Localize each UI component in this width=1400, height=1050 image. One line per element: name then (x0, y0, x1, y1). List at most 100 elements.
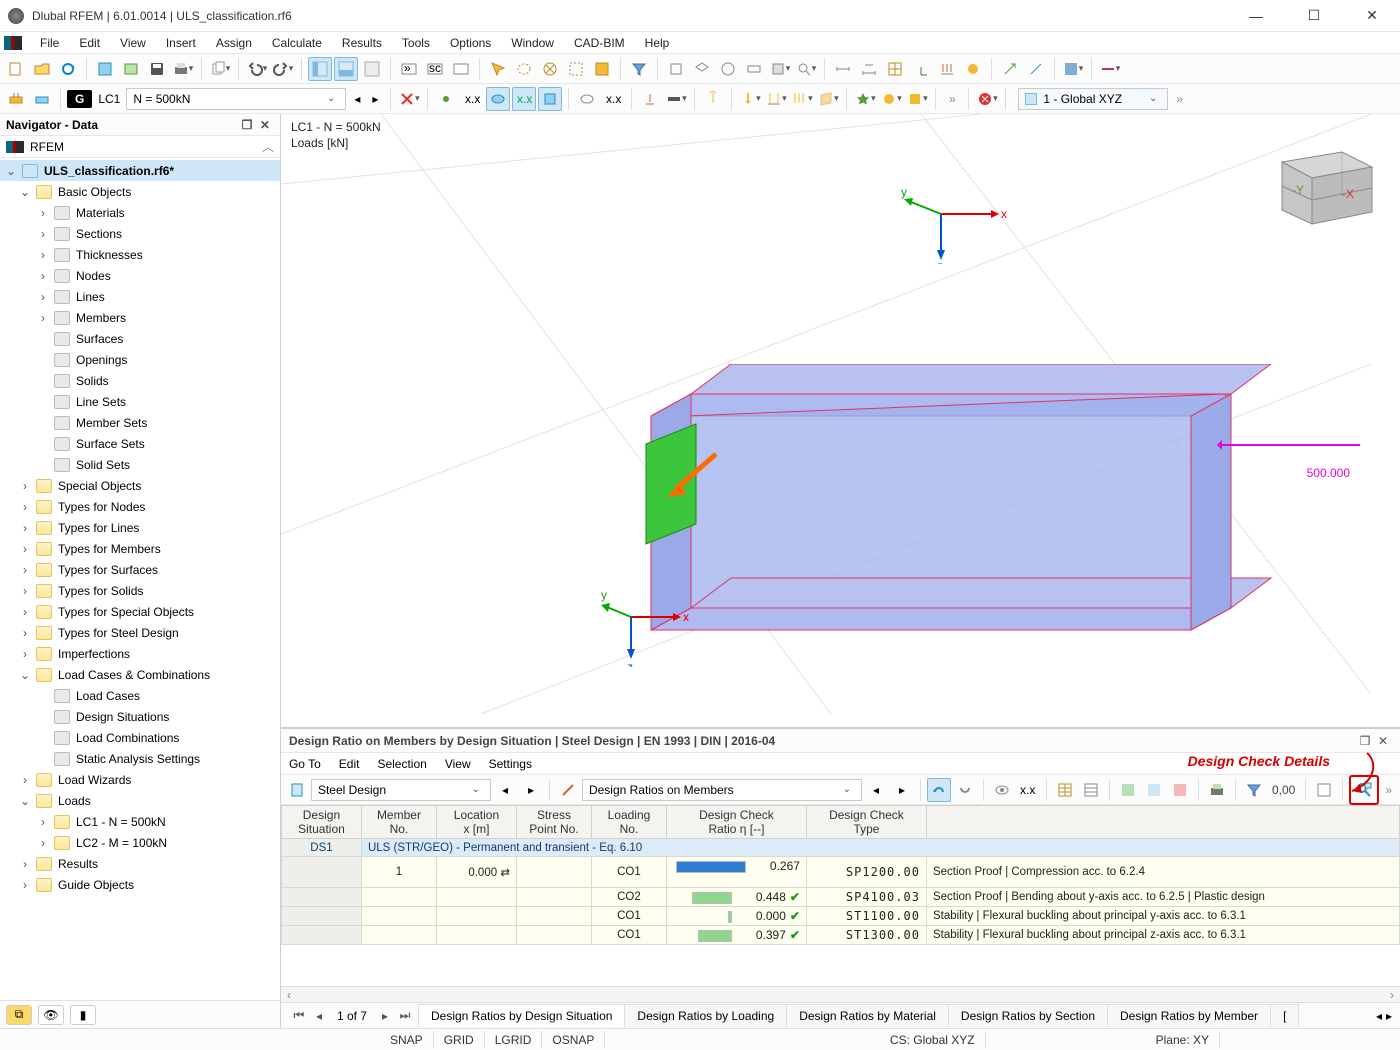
tree-load-wizards[interactable]: ›Load Wizards (0, 769, 280, 790)
coord-system-select[interactable]: 1 - Global XYZ ⌄ (1018, 88, 1168, 110)
show-values-icon[interactable] (486, 87, 510, 111)
tree-lcc[interactable]: ⌄Load Cases & Combinations (0, 664, 280, 685)
view-b-icon[interactable] (690, 57, 714, 81)
tree-group-types-for-steel-design[interactable]: ›Types for Steel Design (0, 622, 280, 643)
gen-a-icon[interactable] (961, 57, 985, 81)
sync-view-b-icon[interactable] (953, 778, 977, 802)
results-menu-settings[interactable]: Settings (489, 757, 532, 771)
tree-group-types-for-nodes[interactable]: ›Types for Nodes (0, 496, 280, 517)
menu-results[interactable]: Results (332, 34, 392, 52)
load-case-selector[interactable]: G LC1 N = 500kN⌄ (67, 88, 346, 110)
menu-options[interactable]: Options (440, 34, 501, 52)
save-icon[interactable] (145, 57, 169, 81)
open-icon[interactable] (30, 57, 54, 81)
color-b-icon[interactable] (1142, 778, 1166, 802)
arrow-b-icon[interactable] (1024, 57, 1048, 81)
overflow-icon[interactable]: » (942, 92, 962, 106)
tree-file[interactable]: ⌄ULS_classification.rf6* (0, 160, 280, 181)
tree-group-imperfections[interactable]: ›Imperfections (0, 643, 280, 664)
navigator-close-icon[interactable]: ✕ (256, 118, 274, 132)
tree-item-sections[interactable]: ›Sections (0, 223, 280, 244)
sync-view-a-icon[interactable] (927, 778, 951, 802)
lc-next-icon[interactable]: ▸ (366, 87, 384, 111)
color-a-icon[interactable] (1116, 778, 1140, 802)
lc-config-b-icon[interactable] (30, 87, 54, 111)
dim-a-icon[interactable] (831, 57, 855, 81)
status-snap[interactable]: SNAP (380, 1031, 434, 1049)
tree-group-types-for-special-objects[interactable]: ›Types for Special Objects (0, 601, 280, 622)
navigator-tree[interactable]: ⌄ULS_classification.rf6* ⌄Basic Objects … (0, 158, 280, 1000)
result-type-select[interactable]: Design Ratios on Members⌄ (582, 779, 862, 801)
clear-x-icon[interactable] (975, 87, 999, 111)
tabs-next-icon[interactable]: ▸ (1386, 1009, 1392, 1023)
tabs-prev-icon[interactable]: ◂ (1376, 1009, 1382, 1023)
select-lasso-icon[interactable] (512, 57, 536, 81)
print-icon[interactable] (171, 57, 195, 81)
pager-first-icon[interactable]: ⏮ (291, 1008, 307, 1023)
tab-more[interactable]: [ (1270, 1004, 1299, 1027)
wiz-c-icon[interactable] (905, 87, 929, 111)
block-manager-icon[interactable] (93, 57, 117, 81)
undo-icon[interactable] (245, 57, 269, 81)
zoom-icon[interactable] (794, 57, 818, 81)
menu-edit[interactable]: Edit (69, 34, 110, 52)
supports-icon[interactable] (638, 87, 662, 111)
tree-results[interactable]: ›Results (0, 853, 280, 874)
table-row[interactable]: CO2 0.448✔ SP4100.03 Section Proof | Ben… (281, 888, 1399, 907)
tab-by-material[interactable]: Design Ratios by Material (786, 1004, 949, 1027)
tree-item-thicknesses[interactable]: ›Thicknesses (0, 244, 280, 265)
load-4-icon[interactable] (816, 87, 840, 111)
menu-cadbim[interactable]: CAD-BIM (564, 34, 635, 52)
tree-lcc-design-situations[interactable]: Design Situations (0, 706, 280, 727)
wiz-b-icon[interactable] (879, 87, 903, 111)
result-type-icon[interactable] (556, 778, 580, 802)
filter-value[interactable]: 0,00 (1268, 783, 1299, 797)
menu-insert[interactable]: Insert (156, 34, 206, 52)
tree-load-lc1-n-500kn[interactable]: ›LC1 - N = 500kN (0, 811, 280, 832)
refresh-icon[interactable] (56, 57, 80, 81)
tree-item-solids[interactable]: Solids (0, 370, 280, 391)
table-a-icon[interactable] (1053, 778, 1077, 802)
menu-assign[interactable]: Assign (206, 34, 262, 52)
tree-item-lines[interactable]: ›Lines (0, 286, 280, 307)
vis-f-icon[interactable]: x.xx (601, 87, 625, 111)
filter2-icon[interactable] (1242, 778, 1266, 802)
tab-by-loading[interactable]: Design Ratios by Loading (624, 1004, 787, 1027)
close-button[interactable]: ✕ (1352, 2, 1392, 30)
results-table[interactable]: Design Situation Member No. Location x [… (281, 805, 1400, 986)
pager-next-icon[interactable]: ▸ (377, 1009, 393, 1023)
status-lgrid[interactable]: LGRID (485, 1031, 543, 1049)
render-icon[interactable] (1061, 57, 1085, 81)
vis-e-icon[interactable] (575, 87, 599, 111)
menu-calculate[interactable]: Calculate (262, 34, 332, 52)
select-icon[interactable] (486, 57, 510, 81)
tree-item-members[interactable]: ›Members (0, 307, 280, 328)
tree-guide-objects[interactable]: ›Guide Objects (0, 874, 280, 895)
nav-tab-cam-icon[interactable]: ▮ (70, 1005, 96, 1025)
overflow2-icon[interactable]: » (1170, 92, 1189, 106)
tree-basic-objects[interactable]: ⌄Basic Objects (0, 181, 280, 202)
tab-by-section[interactable]: Design Ratios by Section (948, 1004, 1108, 1027)
tree-item-surface-sets[interactable]: Surface Sets (0, 433, 280, 454)
xx-icon[interactable]: x.xx (1016, 778, 1040, 802)
tree-item-surfaces[interactable]: Surfaces (0, 328, 280, 349)
new-icon[interactable] (4, 57, 28, 81)
pager-last-icon[interactable]: ⏭ (397, 1008, 413, 1023)
tree-loads[interactable]: ⌄Loads (0, 790, 280, 811)
maximize-button[interactable]: ☐ (1294, 2, 1334, 30)
tab-by-member[interactable]: Design Ratios by Member (1107, 1004, 1271, 1027)
select-window-icon[interactable] (564, 57, 588, 81)
arrow-a-icon[interactable] (998, 57, 1022, 81)
print-table-icon[interactable] (1205, 778, 1229, 802)
beam-model[interactable] (631, 364, 1281, 684)
load-1-icon[interactable] (738, 87, 762, 111)
panel-c-icon[interactable] (360, 57, 384, 81)
minimize-button[interactable]: — (1236, 2, 1276, 30)
tree-group-types-for-surfaces[interactable]: ›Types for Surfaces (0, 559, 280, 580)
orientation-cube[interactable]: -Y -X (1262, 132, 1382, 232)
nav-tab-view-icon[interactable]: 👁 (38, 1005, 64, 1025)
color-c-icon[interactable] (1168, 778, 1192, 802)
results-menu-goto[interactable]: Go To (289, 757, 321, 771)
tree-group-types-for-lines[interactable]: ›Types for Lines (0, 517, 280, 538)
select-invert-icon[interactable] (590, 57, 614, 81)
